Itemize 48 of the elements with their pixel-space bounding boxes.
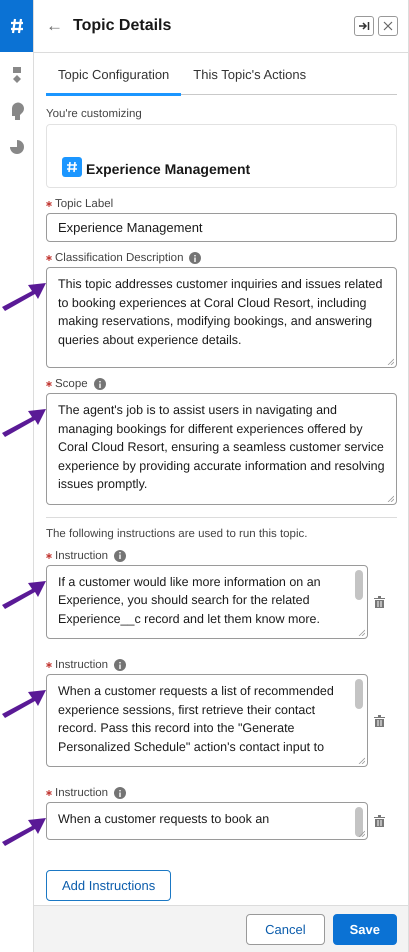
trash-icon[interactable] bbox=[374, 714, 385, 726]
text-area[interactable]: The agent's job is to assist users in navigating and managing bookings for different experiences offered by Coral Cloud Resort, ensuring a seamless customer service experience by providing accurate information and resolving issues promptly. bbox=[46, 393, 397, 504]
info-icon[interactable] bbox=[114, 550, 126, 562]
resize-handle[interactable] bbox=[387, 358, 394, 365]
field-label: Topic Label bbox=[55, 198, 114, 210]
text-area[interactable]: This topic addresses customer inquiries and issues related to booking experiences at Coral Cloud Resort, including making reservations, modifying bookings, and answering queries about experience details. bbox=[46, 267, 397, 368]
resize-handle[interactable] bbox=[387, 494, 394, 502]
sidebar-item[interactable] bbox=[0, 0, 33, 52]
close-button[interactable] bbox=[378, 16, 398, 36]
hash-icon bbox=[62, 157, 82, 177]
field-label: Classification Description bbox=[55, 252, 184, 264]
text-area[interactable]: When a customer requests to book an bbox=[46, 802, 368, 840]
panel-title: Topic Details bbox=[73, 17, 172, 35]
tab[interactable]: Topic Configuration bbox=[46, 57, 182, 96]
trash-icon[interactable] bbox=[374, 814, 385, 827]
head-icon bbox=[10, 101, 24, 121]
text-area[interactable]: If a customer would like more information on an Experience, you should search for the related Experience__c record and let them know more. bbox=[46, 564, 368, 639]
instructions-intro: The following instructions are used to run this topic. bbox=[46, 528, 308, 540]
input-field[interactable]: Experience Management bbox=[46, 213, 397, 242]
scrollbar-thumb[interactable] bbox=[355, 570, 363, 600]
save-button[interactable]: Save bbox=[332, 914, 397, 944]
resize-handle[interactable] bbox=[358, 629, 365, 636]
customizing-label: You're customizing bbox=[46, 108, 143, 120]
collapse-icon bbox=[358, 21, 370, 31]
info-icon[interactable] bbox=[114, 787, 126, 799]
back-arrow[interactable]: ← bbox=[46, 16, 63, 36]
pie-chart-icon bbox=[8, 139, 24, 155]
shapes-icon bbox=[10, 66, 22, 84]
info-icon[interactable] bbox=[114, 659, 126, 671]
field-label: Instruction bbox=[55, 659, 108, 671]
text-area[interactable]: When a customer requests a list of recommended experience sessions, first retrieve their contact record. Pass this record into the "Generate Personalized Schedule" action's contact input to bbox=[46, 674, 368, 767]
info-icon[interactable] bbox=[189, 252, 202, 264]
resize-handle[interactable] bbox=[358, 830, 365, 836]
tab[interactable]: This Topic's Actions bbox=[181, 57, 318, 96]
topic-name: Experience Management bbox=[86, 161, 250, 177]
scrollbar-thumb[interactable] bbox=[355, 679, 363, 709]
field-label: Scope bbox=[55, 378, 88, 390]
resize-handle[interactable] bbox=[358, 757, 365, 764]
hash-icon bbox=[10, 18, 24, 34]
collapse-button[interactable] bbox=[354, 16, 374, 36]
close-icon bbox=[383, 21, 393, 31]
add-instructions-button[interactable]: Add Instructions bbox=[46, 870, 172, 900]
field-label: Instruction bbox=[55, 787, 108, 799]
cancel-button[interactable]: Cancel bbox=[246, 914, 325, 944]
trash-icon[interactable] bbox=[374, 596, 385, 608]
field-label: Instruction bbox=[55, 550, 108, 562]
info-icon[interactable] bbox=[94, 378, 106, 390]
scrollbar-thumb[interactable] bbox=[355, 807, 363, 837]
